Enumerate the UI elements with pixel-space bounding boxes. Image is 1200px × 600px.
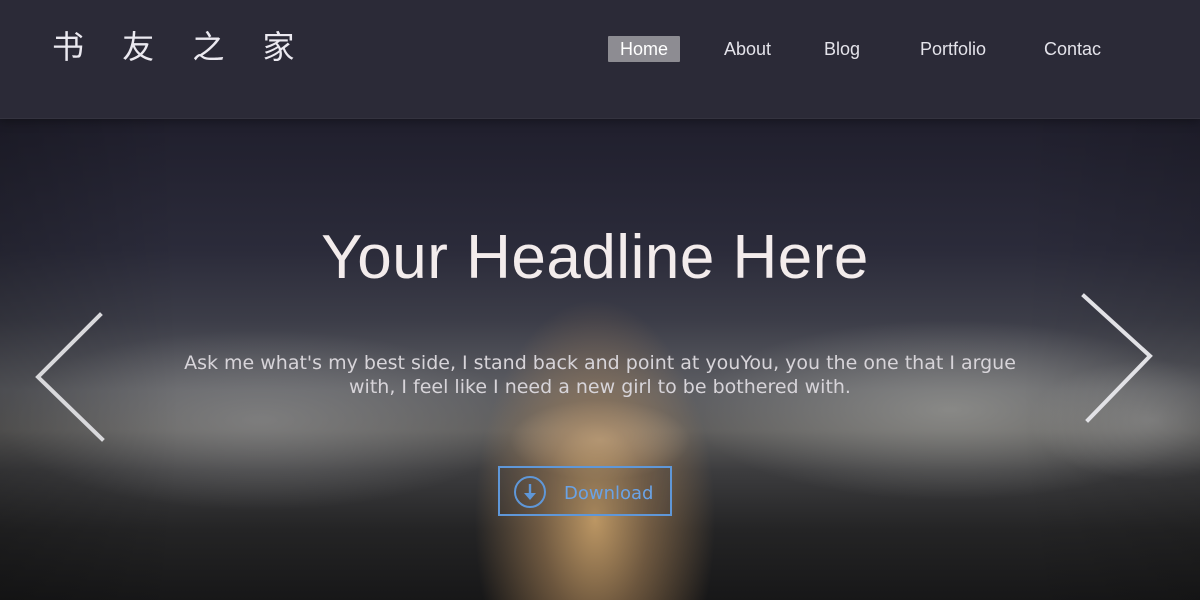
nav-item-portfolio[interactable]: Portfolio xyxy=(920,36,986,62)
nav-item-home[interactable]: Home xyxy=(608,36,681,62)
hero-headline: Your Headline Here xyxy=(321,223,869,292)
chevron-left-icon[interactable] xyxy=(30,310,110,445)
site-header: 书 友 之 家 Home About Blog Portfolio Contac xyxy=(0,0,1200,119)
nav-item-about[interactable]: About xyxy=(724,36,771,62)
hero-subtext: Ask me what's my best side, I stand back… xyxy=(184,352,1016,398)
download-label: Download xyxy=(564,483,654,504)
main-nav: Home About Blog Portfolio Contac xyxy=(0,36,1200,64)
chevron-right-icon[interactable] xyxy=(1080,292,1160,427)
nav-item-contact[interactable]: Contac xyxy=(1044,36,1101,62)
download-button[interactable]: Download xyxy=(498,466,672,516)
nav-item-blog[interactable]: Blog xyxy=(824,36,860,62)
download-arrow-icon xyxy=(514,476,546,508)
